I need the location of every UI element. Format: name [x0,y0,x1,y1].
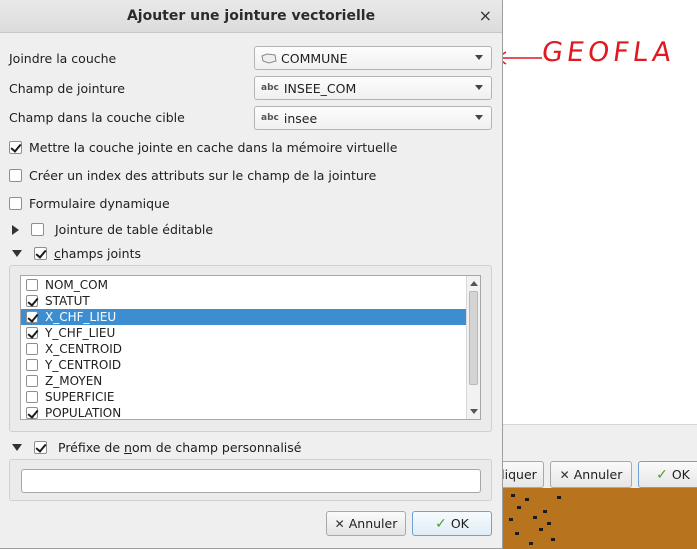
field-checkbox[interactable] [26,375,38,387]
cache-checkbox-row[interactable]: Mettre la couche jointe en cache dans la… [9,140,397,155]
field-checkbox[interactable] [26,359,38,371]
list-item[interactable]: X_CHF_LIEU [21,309,466,325]
dynamic-form-checkbox[interactable] [9,197,22,210]
index-checkbox-row[interactable]: Créer un index des attributs sur le cham… [9,168,376,183]
chevron-down-icon [475,55,483,60]
expand-arrow-icon[interactable] [12,224,19,235]
field-name: POPULATION [45,406,122,420]
field-checkbox[interactable] [26,311,38,323]
join-field-value: INSEE_COM [283,80,357,96]
scroll-thumb[interactable] [469,291,478,385]
index-checkbox[interactable] [9,169,22,182]
dynamic-form-checkbox-row[interactable]: Formulaire dynamique [9,196,170,211]
editable-join-label: Jointure de table éditable [55,222,214,237]
background-ok-label: OK [671,467,690,482]
join-layer-value: COMMUNE [281,50,348,66]
target-field-value: insee [283,110,318,126]
close-icon[interactable]: × [479,6,492,25]
join-layer-label: Joindre la couche [9,51,117,66]
field-checkbox[interactable] [26,279,38,291]
target-field-label: Champ dans la couche cible [9,110,185,125]
collapse-arrow-icon[interactable] [12,250,22,257]
cancel-button-label: Annuler [348,516,398,531]
prefix-checkbox[interactable] [34,441,47,454]
collapse-arrow-icon[interactable] [12,444,22,451]
field-checkbox[interactable] [26,391,38,403]
cache-checkbox-label: Mettre la couche jointe en cache dans la… [29,140,398,155]
field-checkbox[interactable] [26,407,38,419]
list-item[interactable]: X_CENTROID [21,341,466,357]
list-item[interactable]: NOM_COM [21,277,466,293]
chevron-down-icon [475,115,483,120]
scroll-up-icon[interactable] [470,281,478,286]
cache-checkbox[interactable] [9,141,22,154]
field-checkbox[interactable] [26,327,38,339]
list-item[interactable]: Y_CHF_LIEU [21,325,466,341]
index-checkbox-label: Créer un index des attributs sur le cham… [29,168,377,183]
field-name: Y_CENTROID [45,358,122,372]
joined-fields-label: champs joints [54,246,141,261]
annotation-text: GEOFLA [539,37,678,68]
list-item[interactable]: Z_MOYEN [21,373,466,389]
field-name: SUPERFICIE [45,390,115,404]
field-name: STATUT [45,294,90,308]
list-scrollbar[interactable] [466,276,480,419]
scroll-down-icon[interactable] [470,409,478,414]
cancel-icon: ✕ [334,516,345,531]
editable-join-row[interactable]: Jointure de table éditable [12,222,213,237]
editable-join-checkbox[interactable] [31,223,44,236]
polygon-layer-icon [261,52,277,64]
list-item[interactable]: STATUT [21,293,466,309]
list-item[interactable]: SUPERFICIE [21,389,466,405]
background-cancel-label: Annuler [573,467,623,482]
background-ok-button[interactable]: ✓ OK [638,461,697,488]
ok-check-icon: ✓ [435,515,447,532]
join-field-label: Champ de jointure [9,81,125,96]
text-field-icon: abc [261,83,279,93]
dynamic-form-checkbox-label: Formulaire dynamique [29,196,170,211]
joined-fields-list[interactable]: NOM_COM STATUT X_CHF_LIEU Y_CHF_LIEU X_CENTR… [20,275,481,420]
text-field-icon: abc [261,113,279,123]
field-name: Z_MOYEN [45,374,103,388]
target-field-combo[interactable]: abc insee [254,106,492,130]
field-name: Y_CHF_LIEU [45,326,116,340]
field-checkbox[interactable] [26,295,38,307]
list-item[interactable]: Y_CENTROID [21,357,466,373]
prefix-label: Préfixe de nom de champ personnalisé [58,440,302,455]
chevron-down-icon [475,85,483,90]
ok-check-icon: ✓ [656,466,668,483]
cancel-button[interactable]: ✕ Annuler [326,511,406,536]
add-vector-join-dialog: Ajouter une jointure vectorielle × Joind… [0,0,503,549]
join-layer-combo[interactable]: COMMUNE [254,46,492,70]
join-field-combo[interactable]: abc INSEE_COM [254,76,492,100]
field-name: X_CHF_LIEU [45,310,117,324]
field-name: X_CENTROID [45,342,123,356]
field-checkbox[interactable] [26,343,38,355]
prefix-row[interactable]: Préfixe de nom de champ personnalisé [12,440,301,455]
background-cancel-button[interactable]: ✕ Annuler [550,461,632,488]
prefix-input[interactable] [21,469,481,493]
map-canvas[interactable] [503,488,697,549]
ok-button-label: OK [450,516,469,531]
ok-button[interactable]: ✓ OK [412,511,492,536]
cancel-icon: ✕ [559,467,570,482]
dialog-titlebar[interactable]: Ajouter une jointure vectorielle × [0,0,502,33]
field-name: NOM_COM [45,278,108,292]
joined-fields-checkbox[interactable] [34,247,47,260]
dialog-title: Ajouter une jointure vectorielle [126,8,376,24]
joined-fields-row[interactable]: champs joints [12,246,141,261]
list-item[interactable]: POPULATION [21,405,466,420]
